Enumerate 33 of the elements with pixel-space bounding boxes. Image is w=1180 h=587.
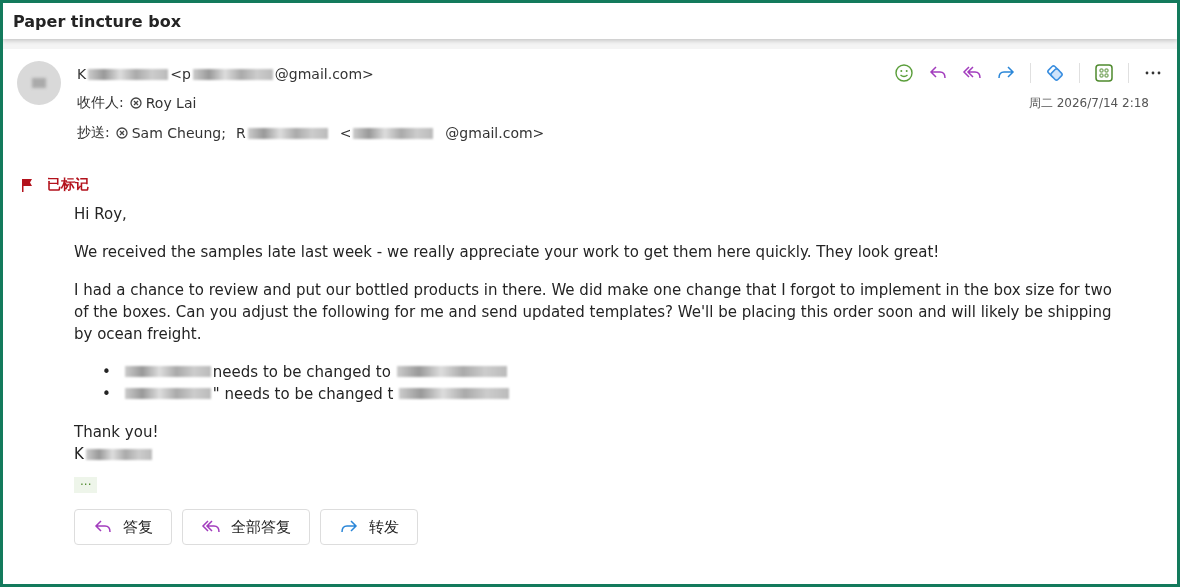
sender-text: @gmail.com> bbox=[274, 66, 374, 82]
action-button[interactable]: 全部答复 bbox=[182, 509, 310, 545]
body-paragraph: I had a chance to review and put our bottled products in there. We did make one change that I forgot to implement in the box size for two of the boxes. Can you adjust the following for me and send updated templates? We'll be placing this order soon and will likely be shipping by ocean freight. bbox=[74, 280, 1113, 345]
email-date: 周二 2026/7/14 2:18 bbox=[1028, 95, 1149, 112]
emoji-icon[interactable] bbox=[894, 63, 914, 83]
action-button[interactable]: 转发 bbox=[320, 509, 418, 545]
recipient-text: < bbox=[339, 125, 352, 141]
avatar bbox=[17, 61, 61, 105]
signature-text: K bbox=[74, 444, 84, 465]
action-button[interactable]: 答复 bbox=[74, 509, 172, 545]
recipient-text: R bbox=[235, 125, 246, 141]
remove-icon[interactable] bbox=[115, 127, 128, 139]
recipient-name[interactable]: Roy Lai bbox=[145, 95, 197, 111]
apps-icon[interactable] bbox=[1094, 63, 1114, 83]
greeting-text: Hi Roy, bbox=[74, 204, 128, 225]
cc-label: 抄送: bbox=[77, 124, 110, 142]
bullet-text: " needs to be changed t bbox=[212, 385, 394, 403]
body-paragraph: We received the samples late last week - we really appreciate your work to get them here quickly. They look great! bbox=[74, 242, 941, 263]
sender-text: K bbox=[77, 66, 87, 82]
redacted-text bbox=[85, 448, 152, 460]
bullet-marker: • bbox=[102, 363, 111, 381]
bullet-marker: • bbox=[102, 385, 111, 403]
sender-text: <p bbox=[170, 66, 191, 82]
remove-icon[interactable] bbox=[129, 97, 142, 109]
expand-button[interactable]: ··· bbox=[74, 477, 98, 493]
to-label: 收件人: bbox=[77, 94, 124, 112]
loop-icon[interactable] bbox=[1045, 63, 1065, 83]
recipient-text: @gmail.com> bbox=[445, 125, 545, 141]
bullet-text: needs to be changed to bbox=[212, 363, 391, 381]
flag-status: 已标记 bbox=[47, 176, 89, 194]
closing-text: Thank you! bbox=[74, 422, 160, 443]
recipient-name[interactable]: Sam Cheung; bbox=[131, 125, 226, 141]
email-subject: Paper tincture box bbox=[13, 11, 181, 31]
